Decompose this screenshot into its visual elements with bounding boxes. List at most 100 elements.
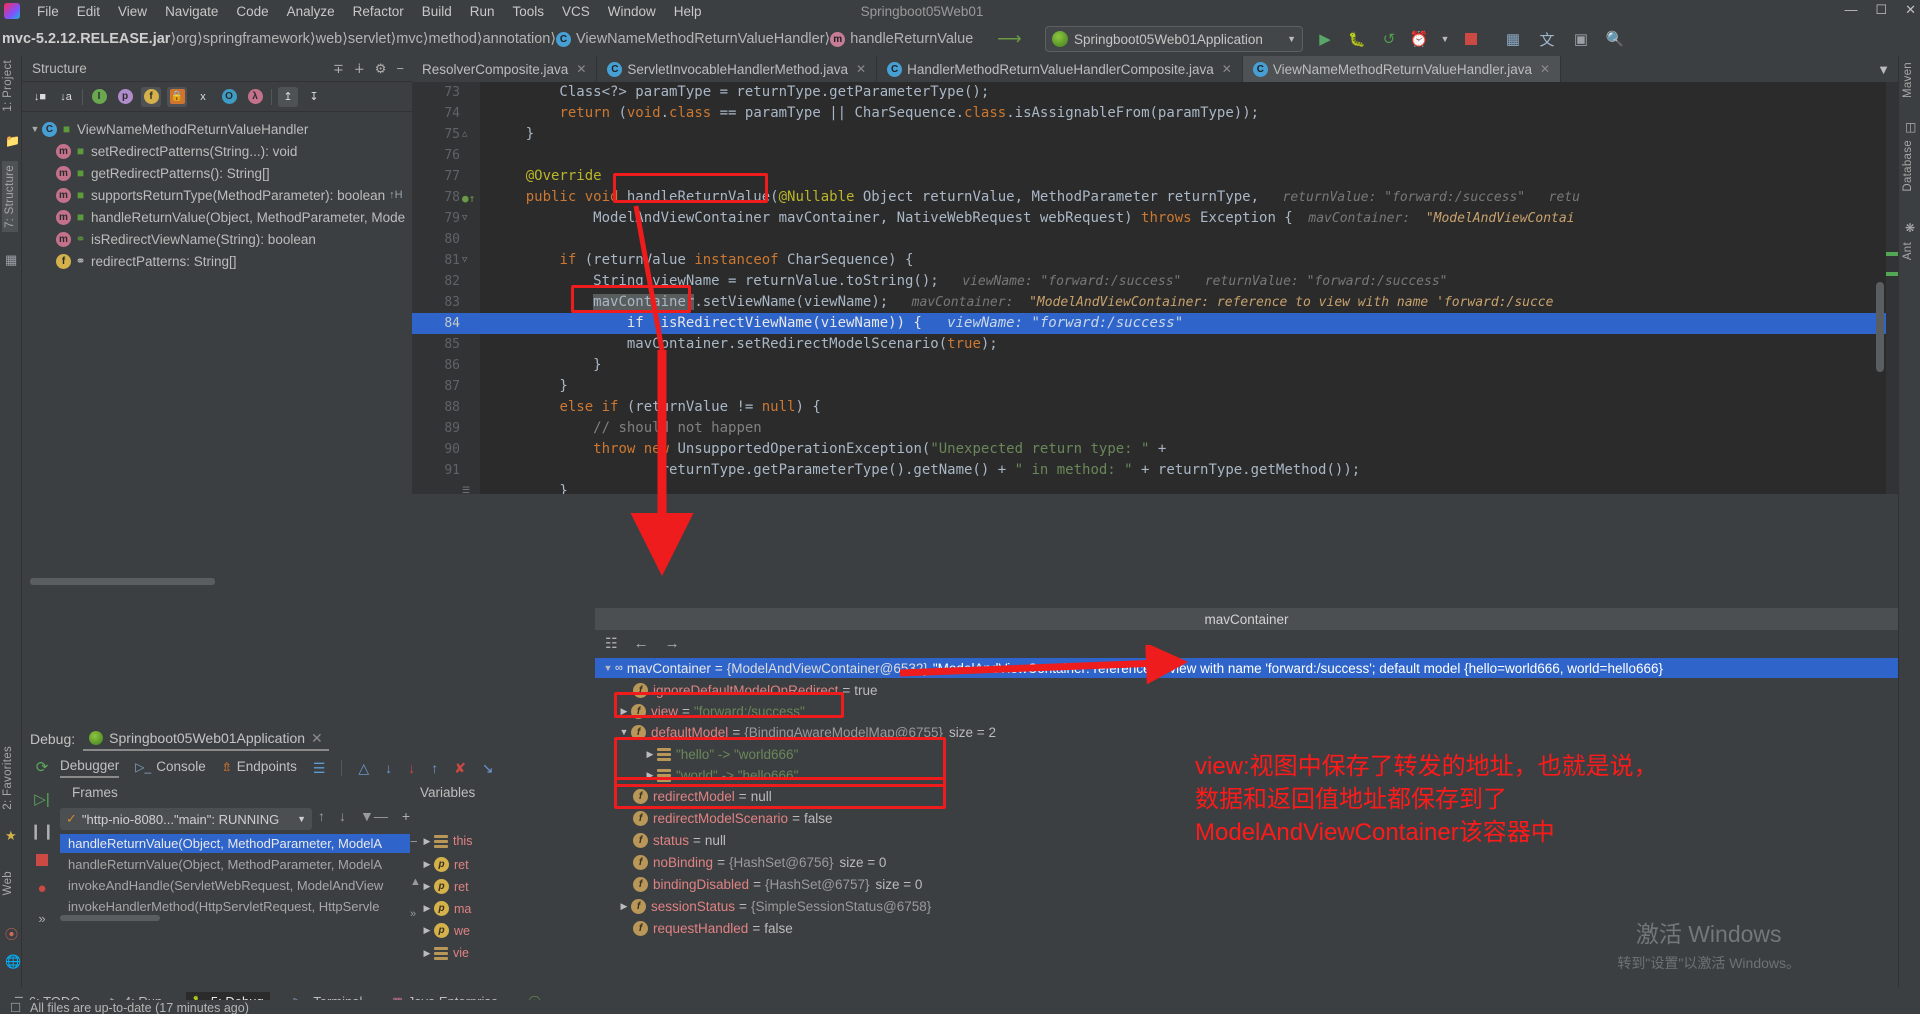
structure-tree-row[interactable]: m ■ supportsReturnType(MethodParameter):… [28,184,412,206]
breadcrumb-mvc[interactable]: mvc [396,31,423,47]
breadcrumb-servlet[interactable]: servlet [348,31,391,47]
menu-item-code[interactable]: Code [227,2,277,21]
chevron-down-icon[interactable]: ▼ [28,124,42,134]
chevron-right-icon[interactable]: ▶ [420,836,434,847]
breadcrumb-method-handle[interactable]: m handleReturnValue [830,31,973,47]
show-inherited-button[interactable]: I [89,87,109,107]
side-variable-we[interactable]: ▶ p we [420,923,470,938]
editor-tab-servletinvocable[interactable]: C ServletInvocableHandlerMethod.java ✕ [597,56,878,82]
structure-tree-row[interactable]: m ■ getRedirectPatterns(): String[] [28,162,412,184]
stop-icon[interactable] [36,854,48,866]
close-icon[interactable]: ✕ [576,62,586,76]
variable-row-requesthandled[interactable]: f requestHandled = false [595,918,793,938]
pause-icon[interactable]: ❙❙ [29,822,54,840]
sidebar-item-structure[interactable]: 7: Structure [2,161,18,233]
folder-icon[interactable]: 📁 [5,134,20,148]
frame-row-0[interactable]: handleReturnValue(Object, MethodParamete… [60,834,410,853]
side-variable-ret-2[interactable]: ▶ p ret [420,879,469,894]
database-stack-icon[interactable]: ◫ [1905,120,1917,134]
frame-row-3[interactable]: invokeHandlerMethod(HttpServletRequest, … [60,897,410,916]
expand-all-icon[interactable]: ∓ [333,61,344,77]
variable-row-redirectmodelscenario[interactable]: f redirectModelScenario = false [595,808,833,828]
variable-row-mavcontainer[interactable]: ▼ ∞ mavContainer = {ModelAndViewContaine… [595,658,1898,678]
hierarchy-arrow-icon[interactable]: ⟶ [997,29,1021,49]
sidebar-item-maven[interactable]: Maven [1902,62,1914,98]
step-over-icon[interactable]: ↓ [385,760,392,776]
view-breakpoints-icon[interactable]: ● [37,880,46,897]
step-into-icon[interactable]: ↓ [408,760,415,776]
spring-leaf-icon[interactable]: ⦿ [5,924,18,942]
chevron-down-icon[interactable]: ▼ [617,727,631,737]
menu-item-refactor[interactable]: Refactor [344,2,413,21]
evaluate-expression-icon[interactable]: ☷ [605,635,618,652]
rerun-icon[interactable]: ⟳ [36,758,49,776]
frames-horizontal-scrollbar[interactable] [60,915,160,921]
variable-row-sessionstatus[interactable]: ▶ f sessionStatus = {SimpleSessionStatus… [595,896,931,916]
breadcrumb-springframework[interactable]: springframework [203,31,310,47]
hide-icon[interactable]: − [396,61,404,77]
down-icon[interactable]: ↓ [339,808,346,824]
chevron-right-icon[interactable]: ▶ [420,859,434,870]
breadcrumb-annotation[interactable]: annotation [483,31,551,47]
structure-tree-row[interactable]: ▼ C ■ ViewNameMethodReturnValueHandler [28,118,412,140]
thread-selector[interactable]: ✓ "http-nio-8080..."main": RUNNING ▼ [60,808,312,830]
menu-item-tools[interactable]: Tools [504,2,554,21]
preview-button[interactable]: ▣ [1568,26,1594,52]
breadcrumb-org[interactable]: org [176,31,197,47]
menu-item-vcs[interactable]: VCS [553,2,599,21]
show-non-public-button[interactable]: 🔒 [167,86,187,107]
menu-item-build[interactable]: Build [413,2,461,21]
code-editor[interactable]: 73 74 75 76 77 78 79 80 81 82 83 84 85 8… [412,82,1898,494]
menu-item-navigate[interactable]: Navigate [156,2,227,21]
close-icon[interactable]: ✕ [1540,62,1550,76]
variable-row-map-entry-hello[interactable]: ▶ "hello" -> "world666" [595,744,799,764]
override-gutter-icon[interactable]: ●↑ [462,192,475,205]
filter-icon[interactable]: ▼― [360,808,388,824]
chevron-right-icon[interactable]: ▶ [643,770,657,781]
sidebar-item-database[interactable]: Database [1902,140,1914,192]
code-text-area[interactable]: Class<?> paramType = returnType.getParam… [480,82,1898,494]
sidebar-item-ant[interactable]: Ant [1902,242,1914,260]
profile-dropdown[interactable]: ▼ [1432,26,1458,52]
menu-item-edit[interactable]: Edit [68,2,109,21]
group-by-icon[interactable]: x [193,87,213,107]
back-icon[interactable]: ← [634,635,649,652]
more-icon[interactable]: » [38,911,45,926]
sort-alphabetically-icon[interactable]: ↓a [56,87,76,107]
stop-button[interactable] [1458,26,1484,52]
sidebar-item-project[interactable]: 1: Project [2,60,14,112]
structure-tree-row[interactable]: f ⚭ redirectPatterns: String[] [28,250,412,272]
chevron-down-icon[interactable]: ▼ [601,663,615,673]
variable-row-status[interactable]: f status = null [595,830,726,850]
chevron-right-icon[interactable]: ▶ [617,901,631,912]
chevron-right-icon[interactable]: ▶ [420,881,434,892]
variable-row-nobinding[interactable]: f noBinding = {HashSet@6756} size = 0 [595,852,886,872]
remove-frame-icon[interactable]: − [410,834,418,849]
frame-row-1[interactable]: handleReturnValue(Object, MethodParamete… [60,855,410,874]
close-icon[interactable]: ✕ [856,62,866,76]
run-button[interactable]: ▶ [1312,26,1338,52]
tab-debugger[interactable]: Debugger [60,758,120,778]
debug-session-tab[interactable]: Springboot05Web01Application ✕ [83,728,329,751]
variable-row-ignoredefaultmodelonredirect[interactable]: f ignoreDefaultModelOnRedirect = true [595,680,878,700]
run-with-coverage-button[interactable]: ↺ [1376,26,1402,52]
close-icon[interactable]: ✕ [1222,62,1232,76]
fold-marker-icon[interactable]: ▽ [462,213,474,223]
variable-row-view[interactable]: ▶ f view = "forward:/success" [595,701,805,721]
globe-icon[interactable]: 🌐 [5,954,21,969]
tab-console[interactable]: ▷_ Console [135,759,205,777]
editor-vertical-scrollbar[interactable] [1876,282,1884,372]
structure-tree-row[interactable]: m ⚭ isRedirectViewName(String): boolean [28,228,412,250]
chevron-right-icon[interactable]: ▶ [617,706,631,717]
drop-frame-icon[interactable]: ✘ [454,760,466,777]
profile-button[interactable]: ⏰ [1406,26,1432,52]
up-icon[interactable]: ↑ [318,808,325,824]
side-variable-vie[interactable]: ▶ vie [420,946,469,960]
collapse-all-icon[interactable]: ∔ [354,61,365,77]
chevron-right-icon[interactable]: ▶ [420,948,434,959]
settings-gear-icon[interactable]: ⚙ [375,61,387,77]
menu-item-help[interactable]: Help [665,2,711,21]
show-anonymous-button[interactable]: O [219,87,239,107]
debug-button[interactable]: 🐛 [1344,26,1370,52]
maximize-icon[interactable]: ☐ [1875,2,1887,18]
